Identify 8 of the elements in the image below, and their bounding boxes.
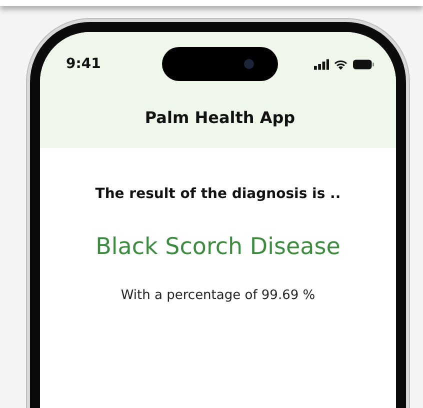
wifi-icon <box>334 58 348 70</box>
signal-icon <box>314 58 330 70</box>
status-time: 9:41 <box>66 56 102 72</box>
confidence-text: With a percentage of 99.69 % <box>120 288 316 303</box>
app-title: Palm Health App <box>144 108 296 127</box>
result-intro: The result of the diagnosis is .. <box>95 186 341 202</box>
disease-name: Black Scorch Disease <box>96 234 340 260</box>
battery-icon <box>352 58 374 70</box>
